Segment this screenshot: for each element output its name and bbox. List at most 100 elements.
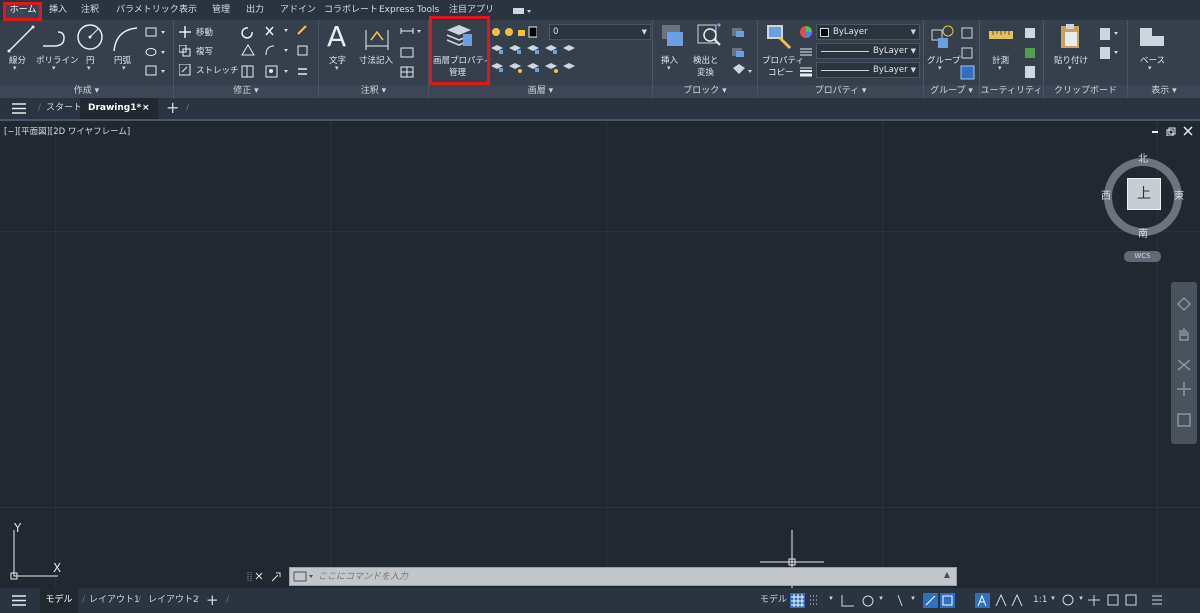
highlight-layer-properties bbox=[429, 16, 490, 85]
annotation-scale-value[interactable]: 1:1 bbox=[1033, 588, 1047, 613]
drafting-toggle-icons[interactable] bbox=[808, 593, 958, 608]
compass-west[interactable]: 西 bbox=[1101, 187, 1111, 202]
command-prompt-icon[interactable] bbox=[293, 571, 315, 583]
command-line-handle-icons[interactable] bbox=[246, 570, 286, 584]
base-view-icon[interactable] bbox=[1138, 26, 1166, 48]
block-small-tools-icon[interactable] bbox=[731, 26, 755, 80]
copy-icon bbox=[179, 45, 191, 57]
dimension-icon[interactable] bbox=[363, 26, 391, 52]
auto-scale-icons[interactable] bbox=[994, 593, 1028, 608]
tab-insert[interactable]: 挿入 bbox=[49, 3, 67, 18]
panel-block-title[interactable]: ブロック ▾ bbox=[653, 85, 757, 98]
tab-drawing1[interactable]: Drawing1* × bbox=[80, 98, 158, 119]
drawing-tab-label: Drawing1* bbox=[88, 103, 142, 113]
panel-modify-title[interactable]: 修正 ▾ bbox=[174, 85, 318, 98]
panel-groups: グループ ▾ グループ ▾ bbox=[924, 20, 980, 98]
group-small-tools-icon[interactable] bbox=[960, 26, 976, 80]
dimension-button-label[interactable]: 寸法記入 bbox=[359, 54, 393, 66]
tab-annotate[interactable]: 注釈 bbox=[81, 3, 99, 18]
layer-tools-icon[interactable] bbox=[489, 44, 649, 78]
create-small-tools-icon[interactable] bbox=[144, 26, 170, 82]
tab-parametric[interactable]: パラメトリック bbox=[116, 3, 179, 18]
group-button-label[interactable]: グループ bbox=[927, 54, 961, 66]
paste-icon[interactable] bbox=[1058, 22, 1084, 50]
insert-block-icon[interactable] bbox=[659, 22, 685, 50]
model-space-button[interactable]: モデル bbox=[760, 588, 787, 613]
panel-layers-title[interactable]: 画層 ▾ bbox=[429, 85, 652, 98]
command-history-arrow-icon[interactable]: ▲ bbox=[944, 570, 950, 579]
add-layout-button[interactable]: + bbox=[206, 588, 219, 613]
viewport-window-buttons[interactable] bbox=[1150, 126, 1196, 136]
command-line[interactable]: ▲ bbox=[289, 567, 957, 586]
panel-view-title[interactable]: 表示 ▾ bbox=[1128, 85, 1200, 98]
match-properties-icon[interactable] bbox=[764, 22, 792, 50]
viewcube-top-face[interactable]: 上 bbox=[1127, 178, 1161, 210]
layout-tab-layout1[interactable]: レイアウト1 bbox=[89, 588, 140, 613]
polyline-button-label[interactable]: ポリライン bbox=[36, 54, 79, 66]
detect-label-1[interactable]: 検出と bbox=[693, 54, 719, 66]
polyline-icon[interactable] bbox=[40, 24, 70, 54]
panel-annotation-title[interactable]: 注釈 ▾ bbox=[319, 85, 428, 98]
current-layer-value: 0 bbox=[553, 27, 559, 37]
panel-modify: 移動 複写 ストレッチ 修正 ▾ bbox=[174, 20, 319, 98]
annotation-visibility-toggle[interactable] bbox=[975, 593, 990, 608]
lineweight-preview bbox=[821, 70, 869, 71]
compass-east[interactable]: 東 bbox=[1174, 187, 1184, 202]
circle-icon[interactable] bbox=[76, 23, 104, 51]
tab-manage[interactable]: 管理 bbox=[212, 3, 230, 18]
viewport-controls-label[interactable]: [−][平面図][2D ワイヤフレーム] bbox=[4, 125, 130, 137]
panel-create-title[interactable]: 作成 ▾ bbox=[0, 85, 173, 98]
autocad-window: ホーム 挿入 注釈 パラメトリック 表示 管理 出力 アドイン コラボレート E… bbox=[0, 0, 1200, 613]
clipboard-small-tools-icon[interactable] bbox=[1098, 26, 1122, 60]
panel-utilities-title[interactable]: ユーティリティ ▾ bbox=[980, 85, 1043, 109]
tab-start[interactable]: スタート bbox=[46, 98, 82, 119]
match-properties-label-2[interactable]: コピー bbox=[768, 66, 794, 78]
tab-output[interactable]: 出力 bbox=[246, 3, 264, 18]
compass-north[interactable]: 北 bbox=[1138, 150, 1148, 165]
lineweight-dropdown[interactable]: ByLayer ▼ bbox=[816, 62, 920, 78]
line-icon[interactable] bbox=[6, 24, 36, 54]
utility-small-tools-icon[interactable] bbox=[1022, 26, 1040, 80]
measure-icon[interactable] bbox=[988, 28, 1014, 42]
line-button-label[interactable]: 線分 bbox=[9, 54, 26, 66]
layout-tab-layout2[interactable]: レイアウト2 bbox=[148, 588, 199, 613]
grid-toggle[interactable] bbox=[790, 593, 805, 608]
compass-south[interactable]: 南 bbox=[1138, 225, 1148, 240]
arc-icon[interactable] bbox=[110, 24, 140, 54]
stretch-icon bbox=[179, 64, 191, 76]
menu-icon[interactable] bbox=[12, 103, 26, 114]
navigation-tools-icon[interactable] bbox=[1171, 282, 1197, 444]
panel-utilities: 計測 ▾ ユーティリティ ▾ bbox=[980, 20, 1044, 109]
layout-menu-icon[interactable] bbox=[12, 595, 26, 606]
panel-annotation: A 文字 ▾ 寸法記入 注釈 ▾ bbox=[319, 20, 429, 98]
detect-label-2[interactable]: 変換 bbox=[697, 66, 714, 78]
annotation-small-tools-icon[interactable] bbox=[399, 26, 425, 82]
detect-convert-icon[interactable] bbox=[695, 22, 723, 50]
text-icon[interactable]: A bbox=[327, 20, 346, 53]
panel-clipboard-title[interactable]: クリップボード bbox=[1044, 85, 1127, 98]
panel-groups-title[interactable]: グループ ▾ bbox=[924, 85, 979, 98]
layer-dropdown[interactable]: 0 ▼ bbox=[549, 24, 651, 40]
layout-tab-model[interactable]: モデル bbox=[40, 588, 78, 613]
layer-state-icons[interactable] bbox=[491, 26, 537, 38]
group-icon[interactable] bbox=[928, 22, 956, 50]
close-tab-icon[interactable]: × bbox=[142, 98, 150, 119]
linetype-dropdown[interactable]: ByLayer ▼ bbox=[816, 43, 920, 59]
tab-view[interactable]: 表示 bbox=[179, 3, 197, 18]
color-dropdown[interactable]: ByLayer ▼ bbox=[816, 24, 920, 40]
modify-tool-grid-icon[interactable] bbox=[240, 25, 316, 81]
base-button-label[interactable]: ベース bbox=[1140, 54, 1165, 66]
command-input[interactable] bbox=[318, 568, 918, 585]
panel-clipboard: 貼り付け ▾ クリップボード bbox=[1044, 20, 1128, 98]
move-button[interactable]: 移動 bbox=[196, 26, 213, 38]
tab-collaborate[interactable]: コラボレート bbox=[324, 3, 378, 18]
copy-button[interactable]: 複写 bbox=[196, 45, 213, 57]
status-tray-icons[interactable] bbox=[1050, 593, 1198, 608]
ribbon-options-button[interactable] bbox=[512, 3, 532, 18]
stretch-button[interactable]: ストレッチ bbox=[196, 64, 239, 76]
panel-properties-title[interactable]: プロパティ ▾ bbox=[758, 85, 923, 98]
drawing-canvas[interactable]: [−][平面図][2D ワイヤフレーム] bbox=[0, 121, 1200, 587]
wcs-menu[interactable]: WCS bbox=[1124, 251, 1161, 262]
tab-addins[interactable]: アドイン bbox=[280, 3, 316, 18]
new-tab-button[interactable]: + bbox=[166, 98, 179, 119]
